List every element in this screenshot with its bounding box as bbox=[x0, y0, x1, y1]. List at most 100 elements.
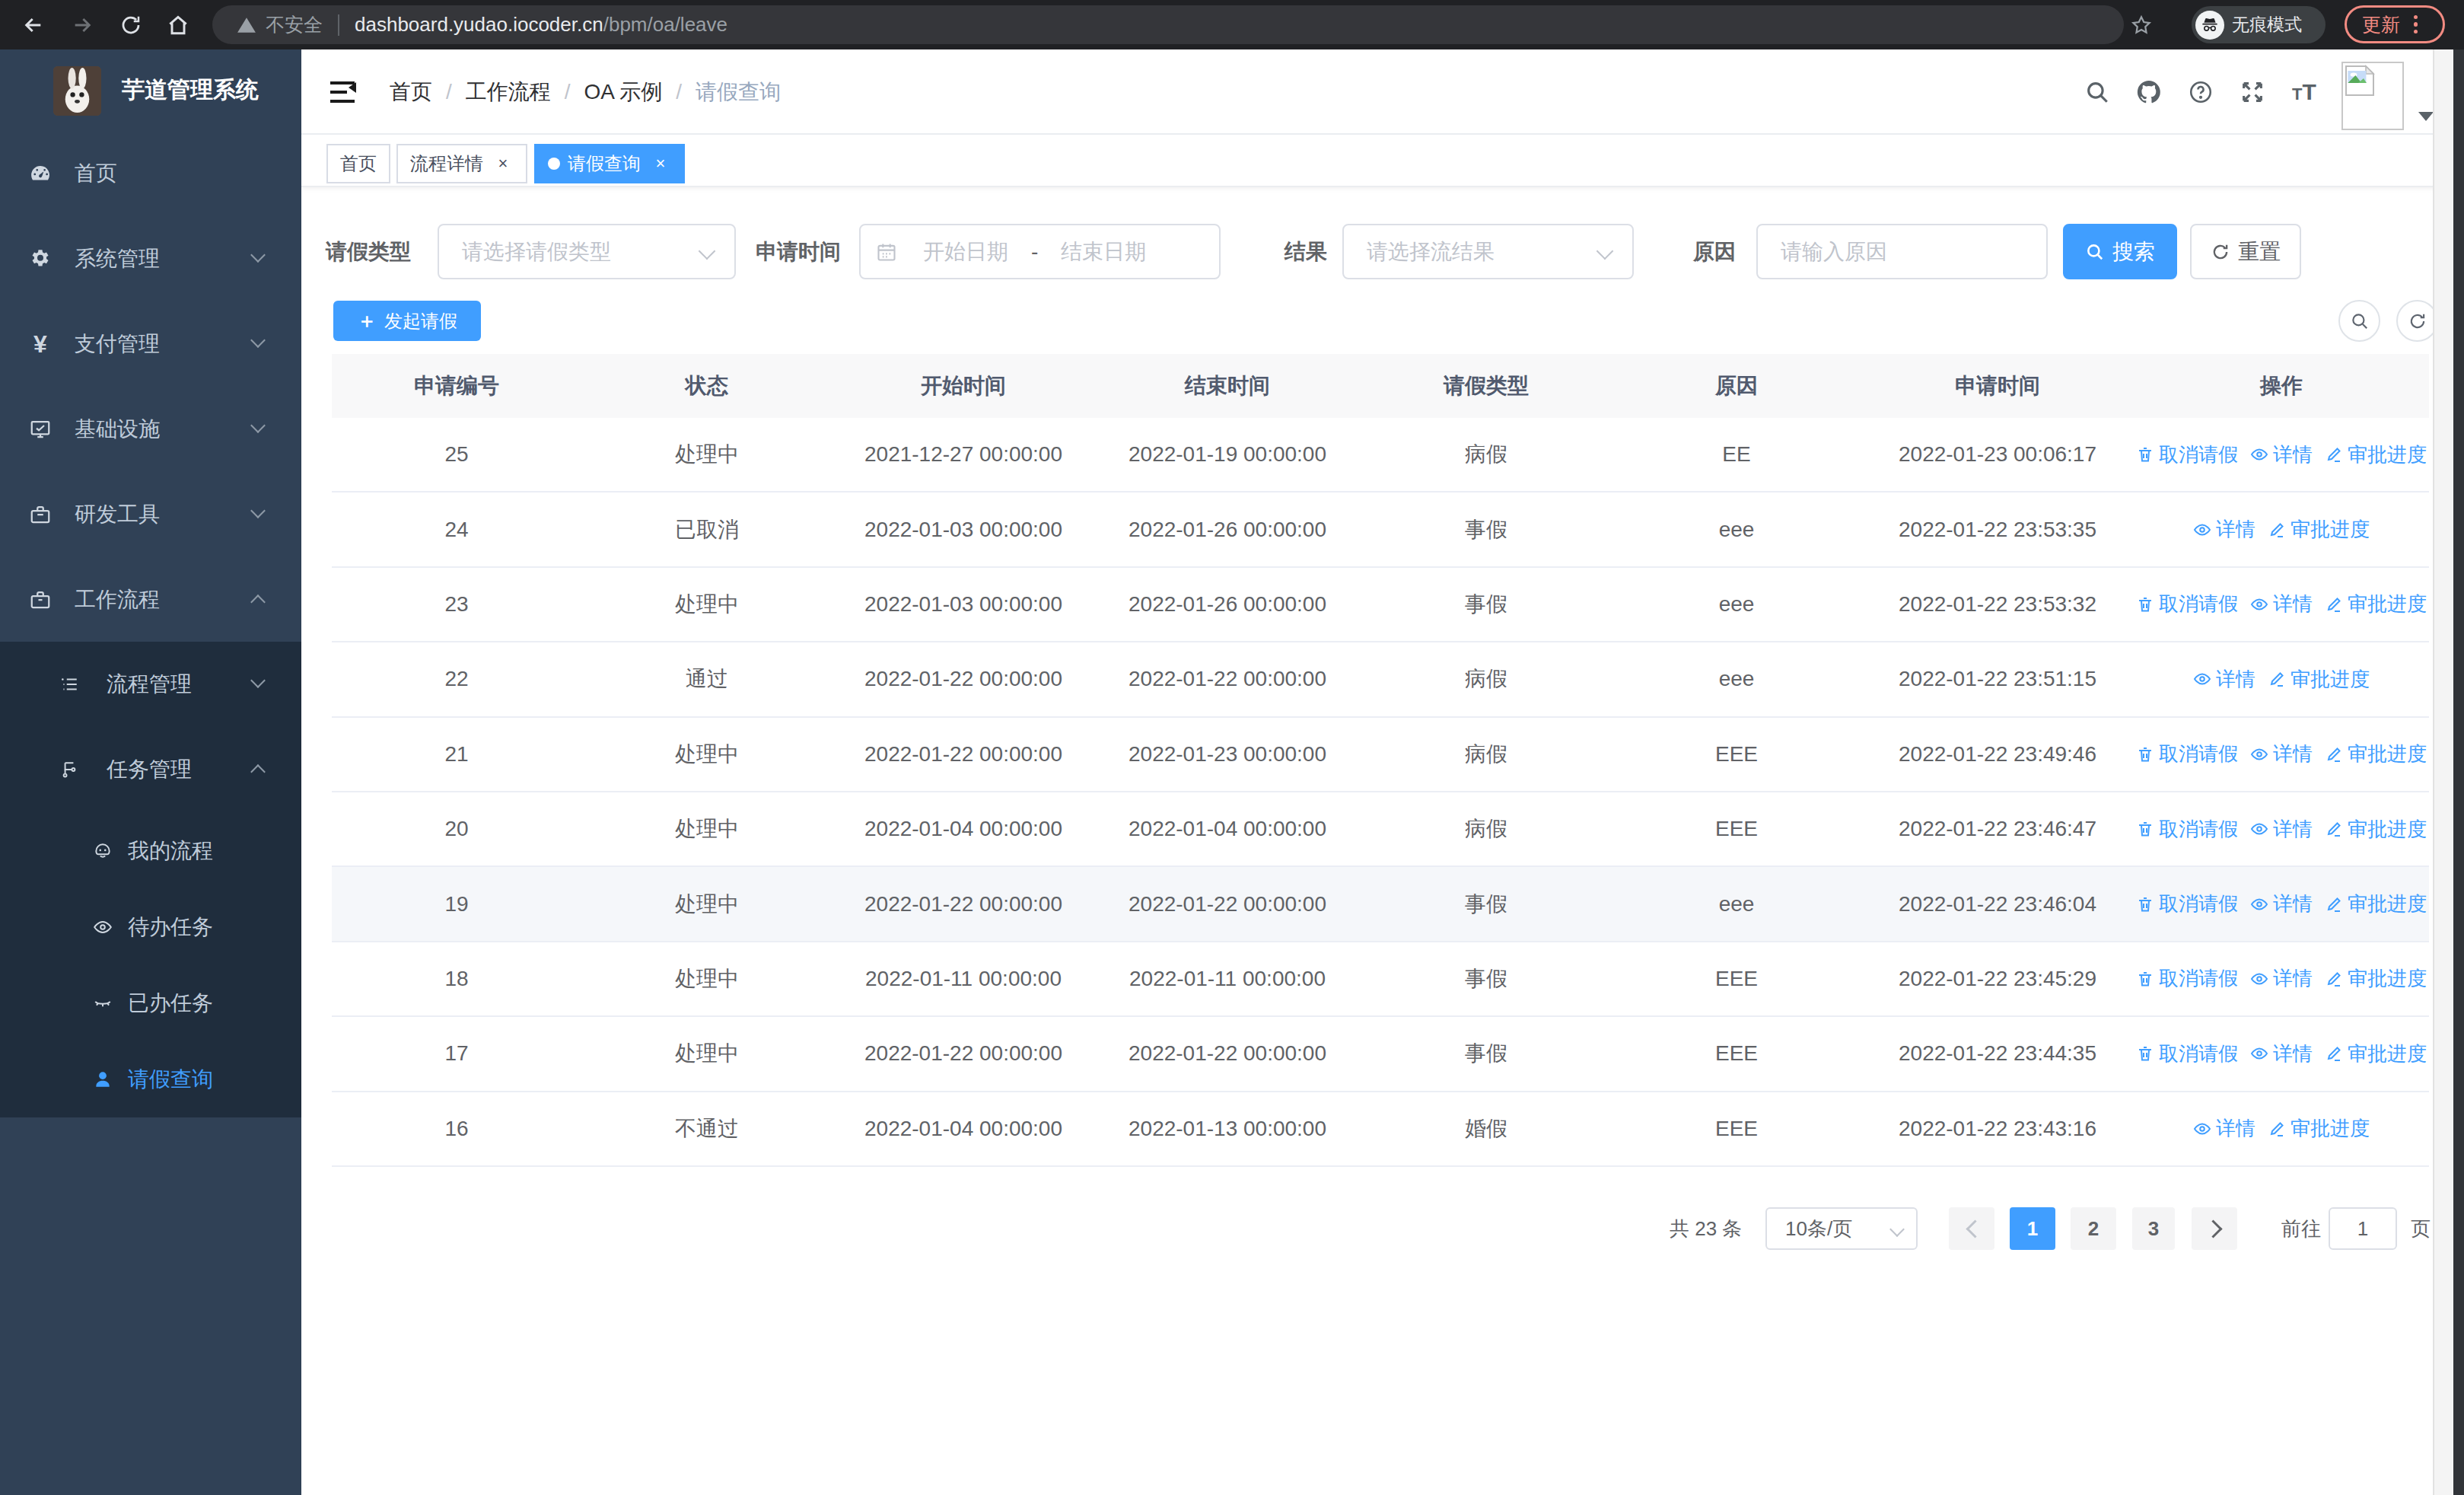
detail-link[interactable]: 详情 bbox=[2250, 1041, 2313, 1067]
cancel-leave-link[interactable]: 取消请假 bbox=[2136, 591, 2238, 617]
sidebar: 芋道管理系统 首页 系统管理 ¥ 支付管理 基础设施 研发工具 bbox=[0, 49, 301, 1495]
approval-progress-link[interactable]: 审批进度 bbox=[2325, 816, 2427, 843]
breadcrumb-oa-example[interactable]: OA 示例 bbox=[584, 78, 663, 107]
table-refresh-button[interactable] bbox=[2396, 300, 2438, 342]
tab-process-detail[interactable]: 流程详情 × bbox=[396, 144, 527, 183]
cancel-leave-link[interactable]: 取消请假 bbox=[2136, 441, 2238, 468]
approval-progress-link[interactable]: 审批进度 bbox=[2325, 965, 2427, 992]
cell-actions: 详情审批进度 bbox=[2134, 516, 2429, 543]
cancel-leave-link[interactable]: 取消请假 bbox=[2136, 891, 2238, 917]
cell-reason: EEE bbox=[1612, 1117, 1861, 1141]
close-icon[interactable]: × bbox=[650, 153, 671, 174]
sidebar-item-leave-query[interactable]: 请假查询 bbox=[0, 1041, 301, 1117]
sidebar-item-task-mgmt[interactable]: 任务管理 bbox=[0, 727, 301, 812]
page-size-select[interactable]: 10条/页 bbox=[1765, 1207, 1918, 1250]
next-page-button[interactable] bbox=[2192, 1207, 2237, 1250]
avatar-dropdown-icon[interactable] bbox=[2418, 112, 2434, 121]
page: 不安全 dashboard.yudao.iocoder.cn/bpm/oa/le… bbox=[0, 0, 2464, 1495]
tab-home[interactable]: 首页 bbox=[326, 144, 390, 183]
create-leave-button[interactable]: ＋ 发起请假 bbox=[333, 301, 481, 341]
breadcrumb-home[interactable]: 首页 bbox=[390, 78, 432, 107]
sidebar-item-devtools[interactable]: 研发工具 bbox=[0, 472, 301, 557]
leave-type-select[interactable]: 请选择请假类型 bbox=[438, 224, 736, 279]
sidebar-item-done-tasks[interactable]: 已办任务 bbox=[0, 965, 301, 1041]
breadcrumb-workflow[interactable]: 工作流程 bbox=[466, 78, 551, 107]
breadcrumb-current: 请假查询 bbox=[696, 78, 781, 107]
fullscreen-icon[interactable] bbox=[2239, 78, 2266, 106]
detail-link[interactable]: 详情 bbox=[2250, 891, 2313, 917]
reload-icon[interactable] bbox=[117, 0, 145, 49]
sidebar-item-infra[interactable]: 基础设施 bbox=[0, 387, 301, 472]
detail-link[interactable]: 详情 bbox=[2250, 741, 2313, 767]
detail-link[interactable]: 详情 bbox=[2250, 441, 2313, 468]
start-date-input[interactable]: 开始日期 bbox=[923, 237, 1008, 266]
search-icon[interactable] bbox=[2084, 78, 2111, 106]
font-size-icon[interactable]: TT bbox=[2291, 78, 2318, 106]
github-icon[interactable] bbox=[2135, 78, 2163, 106]
approval-progress-link[interactable]: 审批进度 bbox=[2268, 666, 2370, 693]
detail-link[interactable]: 详情 bbox=[2193, 516, 2255, 543]
filter-label-reason: 原因 bbox=[1693, 224, 1736, 279]
url-host: dashboard.yudao.iocoder.cn bbox=[355, 13, 603, 37]
search-button[interactable]: 搜索 bbox=[2063, 224, 2177, 279]
incognito-icon bbox=[2195, 11, 2224, 40]
table-search-button[interactable] bbox=[2338, 300, 2380, 342]
page-button-2[interactable]: 2 bbox=[2071, 1207, 2116, 1250]
approval-progress-link[interactable]: 审批进度 bbox=[2325, 891, 2427, 917]
cancel-leave-link[interactable]: 取消请假 bbox=[2136, 1041, 2238, 1067]
approval-progress-link[interactable]: 审批进度 bbox=[2268, 1115, 2370, 1142]
sidebar-item-todo-tasks[interactable]: 待办任务 bbox=[0, 889, 301, 965]
cell-apply-time: 2022-01-23 00:06:17 bbox=[1861, 442, 2134, 467]
sidebar-item-workflow[interactable]: 工作流程 bbox=[0, 557, 301, 642]
approval-progress-link[interactable]: 审批进度 bbox=[2325, 741, 2427, 767]
approval-progress-link[interactable]: 审批进度 bbox=[2268, 516, 2370, 543]
browser-menu-icon[interactable] bbox=[2414, 15, 2418, 33]
sidebar-item-payment[interactable]: ¥ 支付管理 bbox=[0, 301, 301, 387]
tab-label: 流程详情 bbox=[410, 151, 483, 176]
date-range-picker[interactable]: 开始日期 - 结束日期 bbox=[859, 224, 1221, 279]
avatar[interactable] bbox=[2341, 62, 2404, 130]
sidebar-collapse-icon[interactable] bbox=[330, 71, 355, 113]
forward-icon[interactable] bbox=[68, 0, 96, 49]
security-chip[interactable]: 不安全 bbox=[266, 12, 323, 37]
app-title: 芋道管理系统 bbox=[122, 49, 259, 131]
logo-avatar bbox=[53, 66, 101, 116]
page-button-3[interactable]: 3 bbox=[2132, 1207, 2175, 1250]
app-logo[interactable]: 芋道管理系统 bbox=[0, 49, 301, 131]
cell-start-time: 2022-01-04 00:00:00 bbox=[832, 1117, 1094, 1141]
sidebar-item-system[interactable]: 系统管理 bbox=[0, 216, 301, 301]
address-bar[interactable]: 不安全 dashboard.yudao.iocoder.cn/bpm/oa/le… bbox=[212, 5, 2124, 44]
tags-view: 首页 流程详情 × 请假查询× bbox=[301, 135, 2464, 187]
close-icon[interactable]: × bbox=[492, 153, 514, 174]
detail-link[interactable]: 详情 bbox=[2250, 965, 2313, 992]
page-scrollbar[interactable] bbox=[2433, 49, 2453, 1495]
detail-link[interactable]: 详情 bbox=[2250, 591, 2313, 617]
tab-leave-query[interactable]: 请假查询× bbox=[534, 144, 685, 183]
end-date-input[interactable]: 结束日期 bbox=[1061, 237, 1146, 266]
approval-progress-link[interactable]: 审批进度 bbox=[2325, 591, 2427, 617]
approval-progress-link[interactable]: 审批进度 bbox=[2325, 441, 2427, 468]
cancel-leave-link[interactable]: 取消请假 bbox=[2136, 816, 2238, 843]
reset-button[interactable]: 重置 bbox=[2190, 224, 2301, 279]
back-icon[interactable] bbox=[20, 0, 47, 49]
home-icon[interactable] bbox=[164, 0, 192, 49]
goto-page-input[interactable]: 1 bbox=[2329, 1207, 2397, 1250]
detail-link[interactable]: 详情 bbox=[2193, 1115, 2255, 1142]
sidebar-item-process-mgmt[interactable]: 流程管理 bbox=[0, 642, 301, 727]
detail-link[interactable]: 详情 bbox=[2193, 666, 2255, 693]
cell-id: 18 bbox=[332, 967, 581, 991]
approval-progress-link[interactable]: 审批进度 bbox=[2325, 1041, 2427, 1067]
result-select[interactable]: 请选择流结果 bbox=[1342, 224, 1634, 279]
help-icon[interactable] bbox=[2187, 78, 2214, 106]
cancel-leave-link[interactable]: 取消请假 bbox=[2136, 741, 2238, 767]
detail-link[interactable]: 详情 bbox=[2250, 816, 2313, 843]
prev-page-button[interactable] bbox=[1949, 1207, 1994, 1250]
update-button[interactable]: 更新 bbox=[2345, 5, 2445, 43]
sidebar-item-home[interactable]: 首页 bbox=[0, 131, 301, 216]
bookmark-star-icon[interactable] bbox=[2128, 0, 2155, 49]
cancel-leave-link[interactable]: 取消请假 bbox=[2136, 965, 2238, 992]
sidebar-item-my-process[interactable]: 我的流程 bbox=[0, 813, 301, 889]
page-button-1[interactable]: 1 bbox=[2010, 1207, 2055, 1250]
reason-input[interactable]: 请输入原因 bbox=[1756, 224, 2048, 279]
filter-label-leave-type: 请假类型 bbox=[326, 224, 411, 279]
